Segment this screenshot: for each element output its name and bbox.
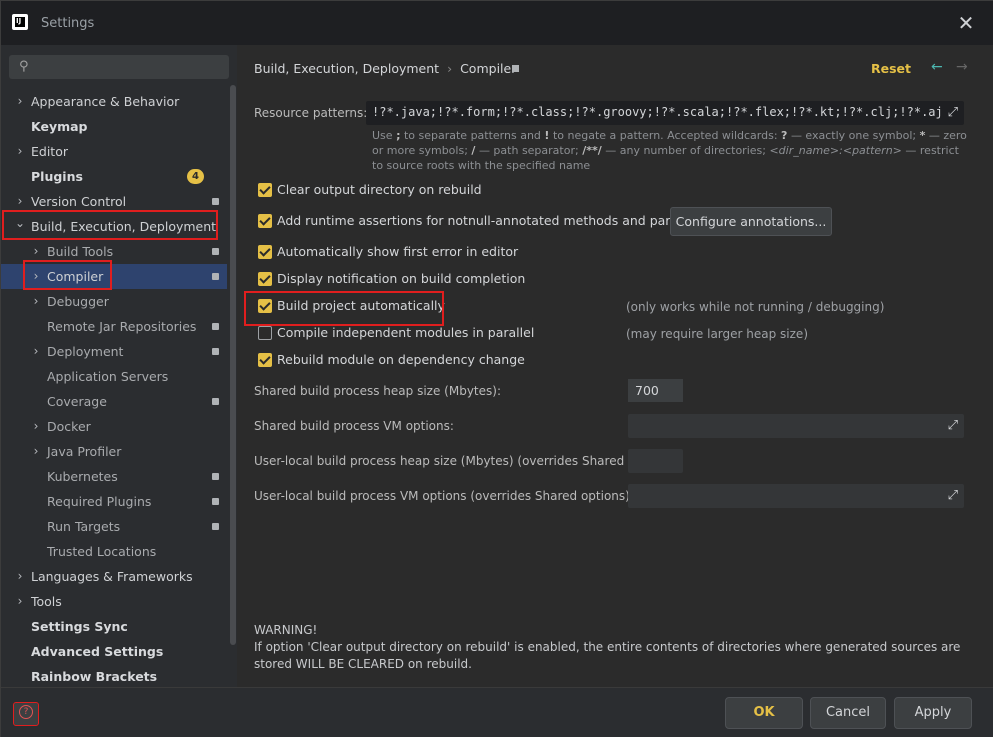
sidebar-item-settings-sync[interactable]: Settings Sync (1, 614, 227, 639)
expand-icon[interactable]: ⤢ (948, 105, 958, 120)
parallel-note: (may require larger heap size) (626, 327, 808, 341)
forward-arrow-icon[interactable]: → (956, 59, 968, 75)
highlight-box-compiler (23, 260, 112, 290)
back-arrow-icon[interactable]: ← (931, 59, 943, 75)
sidebar-item-java-profiler[interactable]: › Java Profiler (1, 439, 227, 464)
heap-size-field[interactable]: 700 (628, 379, 683, 402)
compiler-settings-panel: Build, Execution, Deployment › Compiler Re… (238, 45, 993, 687)
plugins-update-badge: 4 (187, 169, 204, 184)
sidebar-item-plugins[interactable]: Plugins 4 (1, 164, 227, 189)
checkbox-checked-icon[interactable] (258, 353, 272, 367)
sidebar-item-required-plugins[interactable]: Required Plugins (1, 489, 227, 514)
build-auto-note: (only works while not running / debuggin… (626, 300, 885, 314)
project-level-icon (212, 273, 219, 280)
expand-icon[interactable]: ⤢ (948, 418, 958, 433)
configure-annotations-button[interactable]: Configure annotations... (670, 207, 832, 236)
heap-size-label: Shared build process heap size (Mbytes): (254, 384, 501, 398)
checkbox-checked-icon[interactable] (258, 183, 272, 197)
project-level-icon (512, 65, 519, 72)
user-heap-size-label: User-local build process heap size (Mbyt… (254, 454, 661, 468)
search-icon: ⚲ (19, 59, 29, 74)
vm-options-label: Shared build process VM options: (254, 419, 454, 433)
sidebar-item-advanced-settings[interactable]: Advanced Settings (1, 639, 227, 664)
highlight-box-build-automatically (244, 291, 444, 326)
project-level-icon (212, 398, 219, 405)
project-level-icon (212, 498, 219, 505)
sidebar-item-application-servers[interactable]: Application Servers (1, 364, 227, 389)
sidebar-item-kubernetes[interactable]: Kubernetes (1, 464, 227, 489)
sidebar-item-remote-jar-repositories[interactable]: Remote Jar Repositories (1, 314, 227, 339)
sidebar-item-trusted-locations[interactable]: Trusted Locations (1, 539, 227, 564)
sidebar-item-languages-frameworks[interactable]: › Languages & Frameworks (1, 564, 227, 589)
sidebar-item-coverage[interactable]: Coverage (1, 389, 227, 414)
project-level-icon (212, 198, 219, 205)
project-level-icon (212, 323, 219, 330)
user-heap-size-field[interactable] (628, 449, 683, 473)
breadcrumb-compiler: Compiler (460, 61, 517, 76)
vm-options-field[interactable]: ⤢ (628, 414, 964, 438)
breadcrumb-build-execution-deployment[interactable]: Build, Execution, Deployment (254, 61, 439, 76)
intellij-logo-icon: IJ (12, 14, 28, 30)
sidebar-item-run-targets[interactable]: Run Targets (1, 514, 227, 539)
close-icon[interactable]: ✕ (956, 13, 976, 33)
expand-icon[interactable]: ⤢ (948, 488, 958, 503)
sidebar-item-rainbow-brackets[interactable]: Rainbow Brackets (1, 664, 227, 689)
sidebar-scrollbar[interactable] (230, 85, 236, 645)
search-input[interactable]: ⚲ (9, 55, 229, 79)
user-vm-options-label: User-local build process VM options (ove… (254, 489, 634, 503)
breadcrumb: Build, Execution, Deployment › Compiler (254, 61, 517, 76)
window-title: Settings (41, 16, 95, 31)
title-bar: IJ Settings ✕ (1, 1, 993, 45)
help-icon: ? (19, 705, 33, 719)
ok-button[interactable]: OK (725, 697, 803, 729)
sidebar-item-appearance-behavior[interactable]: › Appearance & Behavior (1, 89, 227, 114)
cancel-button[interactable]: Cancel (810, 697, 886, 729)
resource-patterns-hint: Use ; to separate patterns and ! to nega… (372, 129, 967, 172)
highlight-box-build-execution-deployment (2, 210, 218, 240)
project-level-icon (212, 523, 219, 530)
sidebar-item-docker[interactable]: › Docker (1, 414, 227, 439)
warning-text: If option 'Clear output directory on reb… (254, 640, 961, 671)
dialog-footer: ? OK Cancel Apply (1, 687, 993, 737)
apply-button[interactable]: Apply (894, 697, 972, 729)
resource-patterns-field[interactable]: !?*.java;!?*.form;!?*.class;!?*.groovy;!… (366, 101, 964, 125)
sidebar-item-keymap[interactable]: Keymap (1, 114, 227, 139)
checkbox-checked-icon[interactable] (258, 245, 272, 259)
sidebar-item-tools[interactable]: › Tools (1, 589, 227, 614)
project-level-icon (212, 248, 219, 255)
user-vm-options-field[interactable]: ⤢ (628, 484, 964, 508)
checkbox-checked-icon[interactable] (258, 272, 272, 286)
checkbox-checked-icon[interactable] (258, 214, 272, 228)
project-level-icon (212, 473, 219, 480)
reset-link[interactable]: Reset (871, 61, 911, 76)
settings-sidebar: ⚲ › Appearance & Behavior Keymap › Editor … (1, 45, 237, 687)
help-button[interactable]: ? (13, 702, 39, 726)
resource-patterns-label: Resource patterns: (254, 106, 368, 120)
sidebar-item-editor[interactable]: › Editor (1, 139, 227, 164)
warning-title: WARNING! (254, 623, 318, 637)
project-level-icon (212, 348, 219, 355)
checkbox-unchecked-icon[interactable] (258, 326, 272, 340)
warning-message: WARNING! If option 'Clear output directo… (254, 622, 984, 673)
settings-window: IJ Settings ✕ ⚲ › Appearance & Behavior K… (0, 0, 993, 737)
sidebar-item-debugger[interactable]: › Debugger (1, 289, 227, 314)
sidebar-item-deployment[interactable]: › Deployment (1, 339, 227, 364)
